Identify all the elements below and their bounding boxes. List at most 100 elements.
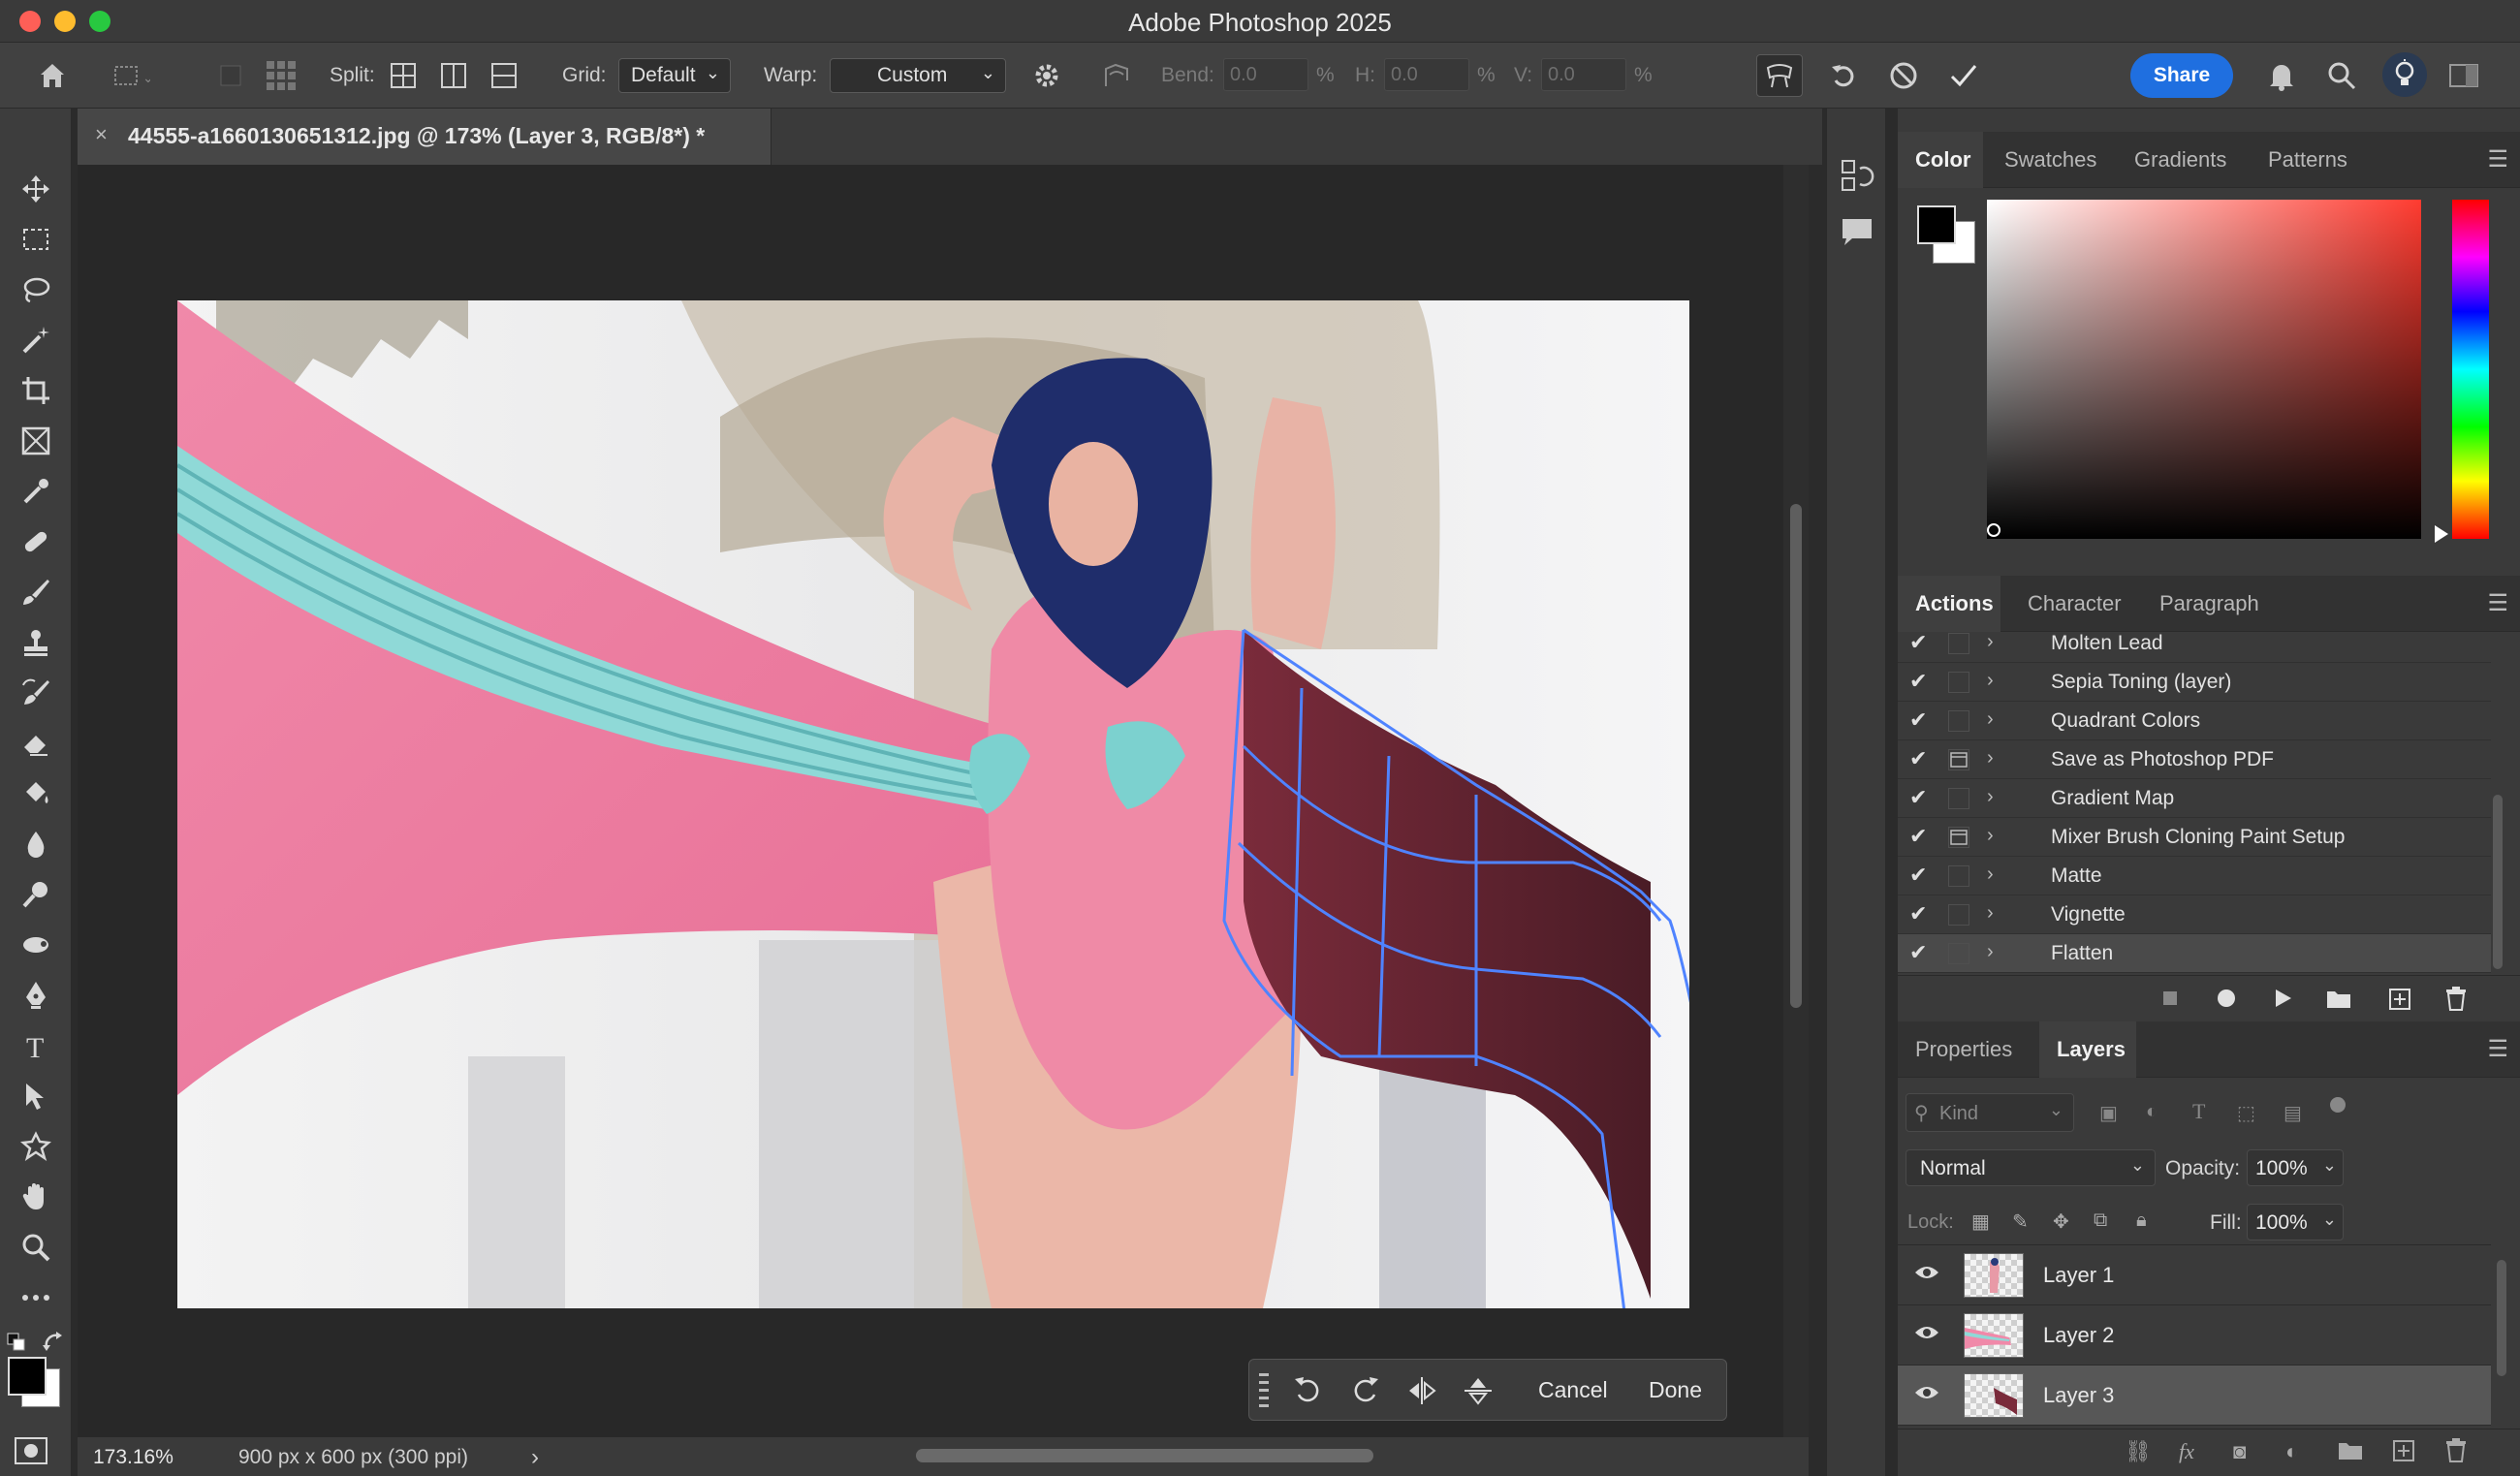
horizontal-scrollbar-thumb[interactable]	[916, 1449, 1373, 1462]
filter-pixel-icon[interactable]: ▣	[2099, 1101, 2118, 1125]
eye-icon[interactable]	[1913, 1263, 1940, 1288]
lock-transparent-icon[interactable]: ▦	[1971, 1209, 1990, 1234]
paint-bucket-tool-icon[interactable]	[14, 771, 58, 816]
vertical-scrollbar-thumb[interactable]	[1790, 504, 1802, 1008]
dialog-toggle-icon[interactable]	[1948, 788, 1969, 809]
rotate-right-icon[interactable]	[1350, 1375, 1381, 1412]
zoom-tool-icon[interactable]	[14, 1225, 58, 1270]
chevron-right-icon[interactable]: ›	[1987, 747, 1994, 769]
hue-slider-handle-icon[interactable]	[2435, 525, 2448, 543]
dialog-toggle-icon[interactable]	[1948, 672, 1969, 693]
marquee-tool-icon[interactable]	[14, 217, 58, 262]
filter-smart-object-icon[interactable]: ▤	[2284, 1101, 2302, 1125]
color-picker-field[interactable]	[1987, 200, 2421, 539]
move-tool-icon[interactable]	[14, 167, 58, 211]
swap-colors-icon[interactable]	[43, 1332, 66, 1360]
layer-mask-icon[interactable]: ◙	[2233, 1439, 2246, 1464]
check-icon[interactable]: ✔	[1909, 940, 1927, 965]
layer-row[interactable]: Layer 3	[1898, 1366, 2491, 1426]
tab-patterns[interactable]: Patterns	[2268, 147, 2347, 173]
flip-vertical-icon[interactable]	[1463, 1375, 1494, 1412]
color-foreground-swatch[interactable]	[1917, 205, 1956, 244]
record-icon[interactable]	[2216, 988, 2237, 1014]
actions-panel-menu-icon[interactable]: ☰	[2487, 589, 2508, 617]
check-icon[interactable]: ✔	[1909, 632, 1927, 655]
new-layer-icon[interactable]	[2392, 1439, 2415, 1467]
dialog-toggle-icon[interactable]	[1948, 943, 1969, 964]
fill-input[interactable]: 100% ⌄	[2247, 1204, 2344, 1240]
action-item[interactable]: ✔ › Matte	[1898, 857, 2491, 895]
lock-artboard-icon[interactable]: ⧉	[2094, 1209, 2107, 1232]
grid-dropdown[interactable]: Default ⌄	[618, 58, 731, 93]
stop-icon[interactable]	[2159, 988, 2181, 1014]
hue-slider[interactable]	[2452, 200, 2489, 539]
commit-transform-icon[interactable]	[1944, 56, 1983, 95]
check-icon[interactable]: ✔	[1909, 746, 1927, 771]
home-icon[interactable]	[31, 56, 74, 95]
dialog-toggle-icon[interactable]	[1948, 749, 1969, 770]
document-info[interactable]: 900 px x 600 px (300 ppi)	[238, 1446, 468, 1469]
layers-panel-menu-icon[interactable]: ☰	[2487, 1035, 2508, 1063]
magic-wand-tool-icon[interactable]	[14, 318, 58, 362]
pen-tool-icon[interactable]	[14, 973, 58, 1018]
gear-icon[interactable]	[1029, 58, 1064, 93]
brush-tool-icon[interactable]	[14, 570, 58, 614]
layer-row[interactable]: Layer 2	[1898, 1305, 2491, 1366]
blur-tool-icon[interactable]	[14, 822, 58, 866]
action-item[interactable]: ✔ › Gradient Map	[1898, 779, 2491, 818]
action-item[interactable]: ✔ › Flatten	[1898, 934, 2491, 973]
history-panel-icon[interactable]	[1839, 157, 1875, 199]
chevron-right-icon[interactable]: ›	[1987, 708, 1994, 731]
cancel-transform-icon[interactable]	[1884, 56, 1923, 95]
split-horizontal-icon[interactable]	[487, 58, 521, 93]
dodge-tool-icon[interactable]	[14, 872, 58, 917]
checkbox-icon[interactable]	[215, 60, 246, 91]
split-cross-icon[interactable]	[386, 58, 421, 93]
path-selection-tool-icon[interactable]	[14, 1074, 58, 1118]
opacity-input[interactable]: 100% ⌄	[2247, 1149, 2344, 1186]
folder-icon[interactable]	[2326, 988, 2351, 1014]
chevron-right-icon[interactable]: ›	[1987, 825, 1994, 847]
dialog-toggle-icon[interactable]	[1948, 633, 1969, 654]
tab-color[interactable]: Color	[1915, 147, 1970, 173]
default-colors-icon[interactable]	[6, 1332, 27, 1358]
share-button[interactable]: Share	[2130, 53, 2233, 98]
quick-mask-icon[interactable]	[14, 1436, 48, 1470]
layer-thumbnail[interactable]	[1964, 1253, 2024, 1298]
action-item[interactable]: ✔ › Sepia Toning (layer)	[1898, 663, 2491, 702]
eraser-tool-icon[interactable]	[14, 721, 58, 766]
action-item[interactable]: ✔ › Save as Photoshop PDF	[1898, 740, 2491, 779]
close-icon[interactable]: ×	[95, 122, 108, 147]
bell-icon[interactable]	[2262, 56, 2301, 95]
split-vertical-icon[interactable]	[436, 58, 471, 93]
check-icon[interactable]: ✔	[1909, 824, 1927, 849]
custom-shape-tool-icon[interactable]	[14, 1124, 58, 1169]
warp-dropdown[interactable]: Custom ⌄	[830, 58, 1006, 93]
lightbulb-icon[interactable]	[2382, 52, 2427, 97]
eye-icon[interactable]	[1913, 1323, 1940, 1348]
layer-row[interactable]: Layer 1	[1898, 1245, 2491, 1305]
transform-tool-icon[interactable]: ⌄	[109, 56, 153, 95]
tab-character[interactable]: Character	[2028, 591, 2122, 616]
tab-properties[interactable]: Properties	[1915, 1037, 2012, 1062]
action-item[interactable]: ✔ › Molten Lead	[1898, 632, 2491, 663]
drag-handle-icon[interactable]	[1259, 1373, 1269, 1414]
action-item[interactable]: ✔ › Vignette	[1898, 895, 2491, 934]
tab-swatches[interactable]: Swatches	[2004, 147, 2096, 173]
tab-gradients[interactable]: Gradients	[2134, 147, 2226, 173]
new-action-icon[interactable]	[2388, 988, 2411, 1016]
zoom-level[interactable]: 173.16%	[93, 1446, 173, 1469]
dialog-toggle-icon[interactable]	[1948, 710, 1969, 732]
color-panel-menu-icon[interactable]: ☰	[2487, 145, 2508, 173]
search-icon[interactable]	[2322, 56, 2361, 95]
stamp-tool-icon[interactable]	[14, 620, 58, 665]
delete-layer-icon[interactable]	[2444, 1437, 2468, 1467]
layer-filter-select[interactable]: ⚲ Kind ⌄	[1906, 1093, 2074, 1132]
filter-shape-icon[interactable]: ⬚	[2237, 1101, 2255, 1125]
rotate-left-icon[interactable]	[1292, 1375, 1323, 1412]
link-layers-icon[interactable]: ⛓	[2125, 1439, 2152, 1464]
more-tools-icon[interactable]	[14, 1275, 58, 1320]
blend-mode-select[interactable]: Normal ⌄	[1906, 1149, 2156, 1186]
eye-icon[interactable]	[1913, 1383, 1940, 1408]
tab-layers[interactable]: Layers	[2057, 1037, 2126, 1062]
